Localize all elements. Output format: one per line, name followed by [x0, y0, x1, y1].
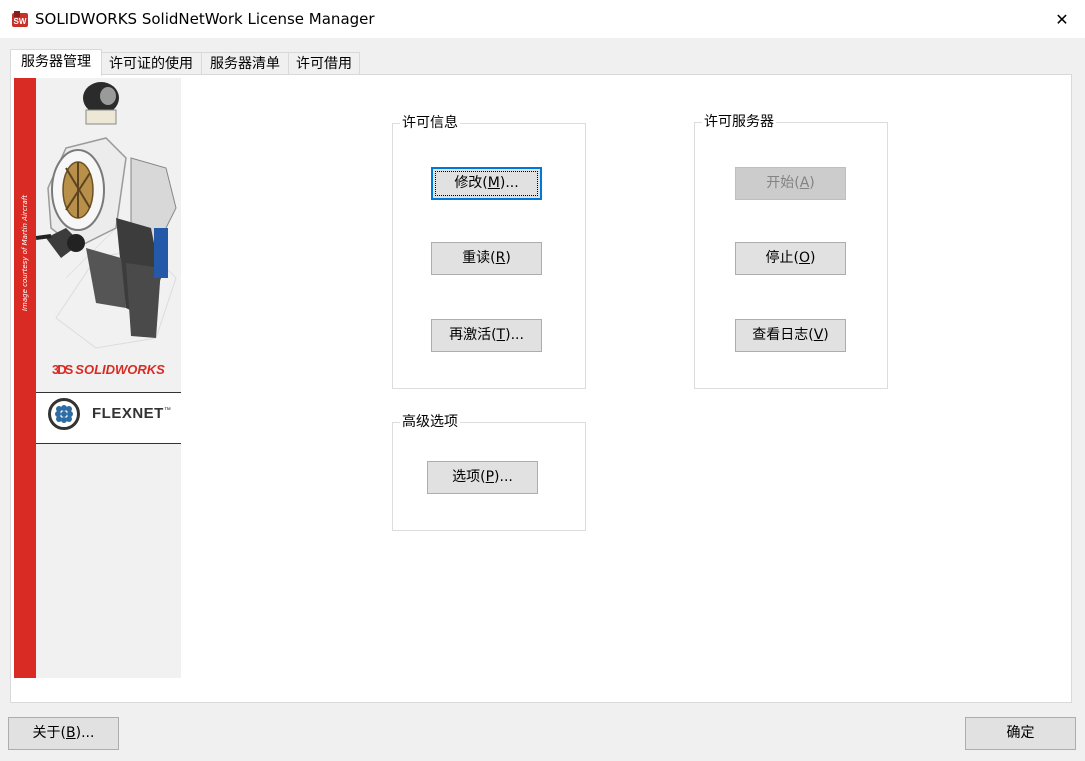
side-banner-image: Image courtesy of Martin Aircraft 3DS SOL…: [14, 78, 181, 678]
flexnet-logo-box: FLEXNET™: [36, 392, 181, 444]
ok-button[interactable]: 确定: [965, 717, 1076, 750]
about-button[interactable]: 关于(B)...: [8, 717, 119, 750]
tab-server-list[interactable]: 服务器清单: [201, 52, 289, 75]
close-icon: ✕: [1055, 9, 1069, 29]
solidworks-app-icon: SW: [12, 11, 28, 27]
reactivate-button[interactable]: 再激活(T)...: [431, 319, 542, 352]
reread-button[interactable]: 重读(R): [431, 242, 542, 275]
tab-license-borrowing[interactable]: 许可借用: [288, 52, 360, 75]
license-server-group: 许可服务器 开始(A) 停止(O) 查看日志(V): [694, 114, 888, 389]
jetpack-illustration: [36, 82, 177, 349]
image-credit: Image courtesy of Martin Aircraft: [21, 194, 29, 312]
tab-license-usage[interactable]: 许可证的使用: [100, 52, 202, 75]
title-bar: SW SOLIDWORKS SolidNetWork License Manag…: [0, 0, 1085, 38]
license-info-group: 许可信息 修改(M)... 重读(R) 再激活(T)...: [392, 115, 586, 389]
tab-server-admin[interactable]: 服务器管理: [10, 49, 102, 76]
advanced-options-group: 高级选项 选项(P)...: [392, 414, 586, 531]
server-admin-panel: Image courtesy of Martin Aircraft 3DS SOL…: [10, 74, 1072, 703]
options-button[interactable]: 选项(P)...: [427, 461, 538, 494]
window-title: SOLIDWORKS SolidNetWork License Manager: [35, 10, 375, 28]
brand-red-bar: Image courtesy of Martin Aircraft: [14, 78, 36, 678]
solidworks-logo: 3DS SOLIDWORKS: [52, 362, 165, 377]
advanced-options-title: 高级选项: [400, 414, 460, 430]
start-button[interactable]: 开始(A): [735, 167, 846, 200]
view-log-button[interactable]: 查看日志(V): [735, 319, 846, 352]
license-info-title: 许可信息: [400, 115, 460, 131]
focus-rectangle: [435, 171, 538, 196]
flexnet-icon: [48, 398, 80, 430]
ds-logo-mark: 3DS: [52, 362, 73, 377]
flexnet-logo-text: FLEXNET™: [92, 405, 172, 422]
license-server-title: 许可服务器: [702, 114, 776, 130]
stop-button[interactable]: 停止(O): [735, 242, 846, 275]
close-button[interactable]: ✕: [1039, 0, 1085, 38]
solidworks-logo-text: SOLIDWORKS: [75, 362, 165, 377]
modify-button[interactable]: 修改(M)...: [431, 167, 542, 200]
svg-text:SW: SW: [14, 17, 27, 26]
